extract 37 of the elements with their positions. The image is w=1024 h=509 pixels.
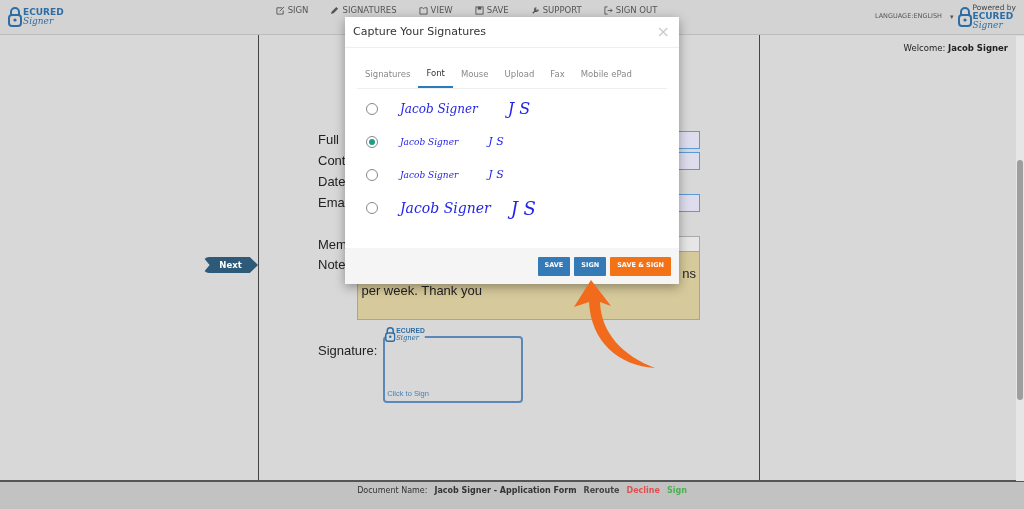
- edit-icon: [275, 5, 285, 15]
- wrench-icon: [530, 5, 540, 15]
- signature-option[interactable]: Jacob Signer: [400, 100, 478, 119]
- nav-link[interactable]: SUPPORT: [530, 4, 582, 17]
- modal-title: Capture Your Signatures: [353, 23, 486, 40]
- nav-link[interactable]: SIGN OUT: [603, 4, 658, 17]
- nav-link[interactable]: SIGN: [275, 4, 309, 17]
- signature-option[interactable]: Jacob Signer: [400, 135, 459, 149]
- tab[interactable]: Font: [418, 65, 453, 88]
- nav-link[interactable]: SAVE: [474, 4, 509, 17]
- field-label: Note: [318, 256, 346, 274]
- field-label: Cont: [318, 151, 346, 170]
- scrollbar[interactable]: [1016, 36, 1024, 481]
- next-button[interactable]: Next: [203, 257, 258, 273]
- tab[interactable]: Mobile ePad: [572, 65, 640, 88]
- save-icon: [474, 5, 484, 15]
- initials-option[interactable]: J S: [488, 134, 504, 151]
- signature-option[interactable]: Jacob Signer: [400, 168, 459, 182]
- tab[interactable]: Signatures: [357, 65, 419, 88]
- welcome-text: Welcome: Jacob Signer: [903, 43, 1008, 53]
- initials-option[interactable]: J S: [488, 167, 504, 184]
- tab[interactable]: Mouse: [452, 65, 497, 88]
- logo[interactable]: ECURED Signer: [8, 7, 64, 27]
- signature-label: Signature:: [318, 342, 378, 360]
- initials-option[interactable]: J S: [507, 97, 531, 122]
- document-name: Jacob Signer - Application Form: [434, 485, 577, 497]
- pencil-icon: [330, 5, 340, 15]
- field-label: Full: [318, 130, 339, 149]
- sign-out-icon: [603, 5, 613, 15]
- initials-option[interactable]: J S: [510, 194, 536, 222]
- tab[interactable]: Upload: [496, 65, 543, 88]
- nav-link[interactable]: SIGNATURES: [330, 4, 397, 17]
- tab[interactable]: Fax: [542, 65, 573, 88]
- nav-link[interactable]: VIEW: [418, 4, 453, 17]
- document-name-label: Document Name:: [357, 485, 428, 497]
- field-label: Date: [318, 172, 346, 191]
- footer-link[interactable]: Reroute: [583, 485, 620, 509]
